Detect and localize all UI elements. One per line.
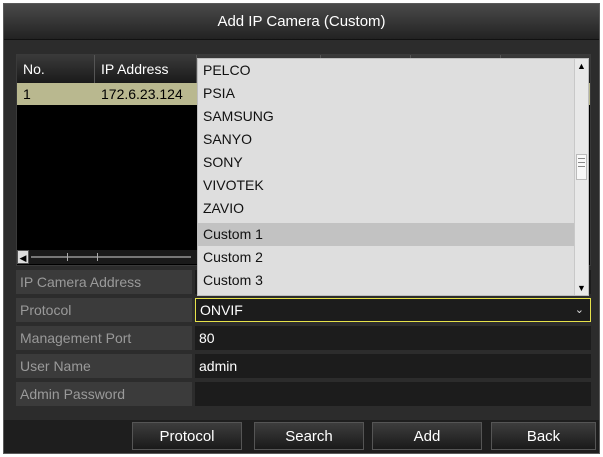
scroll-thumb[interactable] xyxy=(576,154,587,180)
row-number: 1 xyxy=(23,86,31,102)
protocol-label: Protocol xyxy=(16,298,192,322)
chevron-down-icon[interactable]: ▼ xyxy=(575,281,588,295)
scroll-tick xyxy=(67,253,68,261)
protocol-value: ONVIF xyxy=(200,302,243,318)
user-name-row: User Name admin xyxy=(16,354,591,378)
protocol-option[interactable]: Custom 3 xyxy=(198,269,574,292)
protocol-dropdown-list[interactable]: PELCO PSIA SAMSUNG SANYO SONY VIVOTEK ZA… xyxy=(197,58,589,296)
user-name-field[interactable]: admin xyxy=(195,354,591,378)
protocol-select[interactable]: ONVIF ⌄ xyxy=(195,298,591,322)
admin-password-label: Admin Password xyxy=(16,382,192,406)
protocol-option[interactable]: VIVOTEK xyxy=(198,174,574,197)
chevron-up-icon[interactable]: ▲ xyxy=(575,59,588,73)
protocol-button[interactable]: Protocol xyxy=(132,422,242,450)
add-ip-camera-dialog: Add IP Camera (Custom) No. IP Address 1 … xyxy=(3,3,600,454)
protocol-option[interactable]: SAMSUNG xyxy=(198,105,574,128)
admin-password-field[interactable] xyxy=(195,382,591,406)
vertical-scrollbar[interactable]: ▲ ▼ xyxy=(574,59,588,295)
chevron-left-icon[interactable]: ◀ xyxy=(17,250,29,264)
ip-camera-address-label: IP Camera Address xyxy=(16,270,192,294)
protocol-option[interactable]: SANYO xyxy=(198,128,574,151)
management-port-label: Management Port xyxy=(16,326,192,350)
protocol-row: Protocol ONVIF ⌄ xyxy=(16,298,591,322)
management-port-row: Management Port 80 xyxy=(16,326,591,350)
horizontal-scrollbar[interactable]: ◀ xyxy=(17,250,197,264)
button-bar: Protocol Search Add Back xyxy=(4,420,599,453)
row-ip-address: 172.6.23.124 xyxy=(101,86,183,102)
protocol-option[interactable]: PELCO xyxy=(198,59,574,82)
admin-password-row: Admin Password xyxy=(16,382,591,406)
protocol-option-highlighted[interactable]: Custom 1 xyxy=(198,223,574,246)
protocol-option[interactable]: Custom 2 xyxy=(198,246,574,269)
search-button[interactable]: Search xyxy=(254,422,364,450)
management-port-field[interactable]: 80 xyxy=(195,326,591,350)
chevron-down-icon: ⌄ xyxy=(574,304,584,316)
scroll-track[interactable] xyxy=(31,256,191,258)
back-button[interactable]: Back xyxy=(491,422,596,450)
user-name-label: User Name xyxy=(16,354,192,378)
protocol-option[interactable]: PSIA xyxy=(198,82,574,105)
add-button[interactable]: Add xyxy=(372,422,482,450)
column-header-no[interactable]: No. xyxy=(17,55,95,83)
protocol-option[interactable]: ZAVIO xyxy=(198,197,574,220)
column-header-ip-address[interactable]: IP Address xyxy=(95,55,197,83)
scroll-tick xyxy=(97,253,98,261)
dialog-title: Add IP Camera (Custom) xyxy=(4,4,599,40)
protocol-option[interactable]: SONY xyxy=(198,151,574,174)
